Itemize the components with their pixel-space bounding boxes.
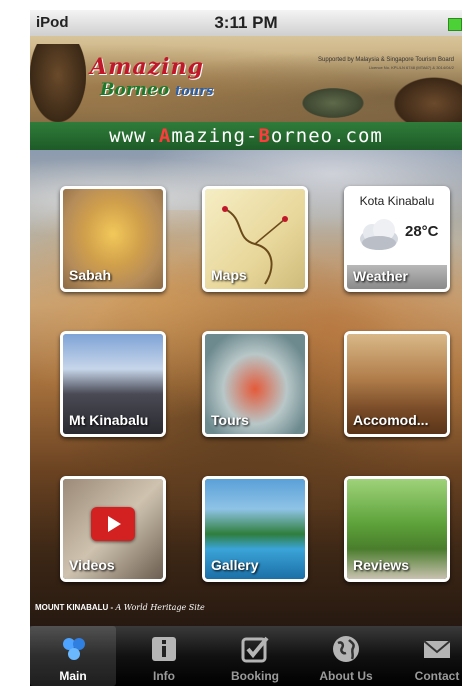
support-text: Supported by Malaysia & Singapore Touris… — [318, 57, 454, 63]
tile-mt-kinabalu[interactable]: Mt Kinabalu — [60, 331, 166, 437]
play-icon — [91, 507, 135, 541]
battery-icon — [448, 18, 462, 31]
tile-label-sabah: Sabah — [69, 267, 112, 283]
url-text-a: A — [158, 125, 172, 147]
tab-main[interactable]: Main — [30, 626, 116, 686]
logo-text-tours: tours — [175, 84, 214, 99]
tile-accommodation[interactable]: Accomod... — [344, 331, 450, 437]
hexagon-cluster-icon — [63, 638, 85, 660]
tribal-warrior-image — [30, 44, 86, 122]
tile-videos[interactable]: Videos — [60, 476, 166, 582]
tab-about-us[interactable]: About Us — [303, 626, 389, 686]
url-text-part3: orneo.com — [270, 125, 383, 147]
turtle-image — [298, 86, 368, 120]
weather-temperature: 28°C — [405, 223, 439, 240]
tab-contact[interactable]: Contact — [394, 626, 462, 686]
tab-info[interactable]: Info — [121, 626, 207, 686]
tab-label-about-us: About Us — [319, 669, 373, 683]
logo-text-amazing: Amazing — [90, 54, 204, 80]
tile-label-videos: Videos — [69, 557, 115, 573]
caption-title: MOUNT KINABALU - — [35, 603, 114, 612]
logo-text-borneo: Borneo tours — [100, 80, 213, 100]
photo-caption: MOUNT KINABALU - A World Heritage Site — [35, 603, 205, 612]
weather-city: Kota Kinabalu — [359, 194, 435, 208]
tile-reviews[interactable]: Reviews — [344, 476, 450, 582]
cloud-icon — [360, 219, 398, 250]
tile-label-weather: Weather — [353, 268, 408, 284]
tile-sabah[interactable]: Sabah — [60, 186, 166, 292]
url-text-b: B — [258, 125, 271, 147]
info-icon — [152, 637, 176, 661]
status-bar: iPod 3:11 PM — [30, 10, 462, 36]
tab-label-info: Info — [153, 669, 175, 683]
url-text-part2: mazing- — [171, 125, 259, 147]
licence-text: Licence No. KPL/LN 6748 (MTA67) & 3014/0… — [368, 65, 454, 70]
url-text-part1: www. — [109, 125, 159, 147]
tile-label-reviews: Reviews — [353, 557, 410, 573]
tile-label-mt-kinabalu: Mt Kinabalu — [69, 412, 149, 428]
app-screen: iPod 3:11 PM Amazing Borneo tours Suppor… — [30, 10, 462, 686]
clock: 3:11 PM — [214, 13, 278, 32]
tab-bar: Main Info Booking About Us Contact — [30, 626, 462, 686]
tile-tours[interactable]: Tours — [202, 331, 308, 437]
orangutan-image — [392, 76, 462, 122]
tile-label-maps: Maps — [211, 267, 247, 283]
tile-maps[interactable]: Maps — [202, 186, 308, 292]
tile-label-accommodation: Accomod... — [353, 412, 429, 428]
tile-gallery[interactable]: Gallery — [202, 476, 308, 582]
header-banner: Amazing Borneo tours Supported by Malays… — [30, 36, 462, 122]
mount-kinabalu-background: Sabah Maps Kota Kinabalu 28°C Weather Mt… — [30, 150, 462, 636]
support-notice: Supported by Malaysia & Singapore Touris… — [294, 56, 454, 72]
checkmark-icon — [241, 636, 269, 663]
tab-label-main: Main — [59, 669, 87, 683]
caption-subtitle: A World Heritage Site — [115, 603, 205, 612]
logo: Amazing Borneo tours — [88, 48, 228, 108]
envelope-icon — [423, 640, 451, 658]
tile-label-tours: Tours — [211, 412, 249, 428]
tile-label-gallery: Gallery — [211, 557, 259, 573]
tab-booking[interactable]: Booking — [212, 626, 298, 686]
logo-text-borneo-main: Borneo — [100, 80, 170, 100]
tab-label-contact: Contact — [414, 669, 460, 683]
tab-label-booking: Booking — [231, 669, 279, 683]
tile-weather[interactable]: Kota Kinabalu 28°C Weather — [344, 186, 450, 292]
globe-icon — [333, 636, 359, 662]
website-url-bar[interactable]: www.Amazing-Borneo.com — [30, 122, 462, 150]
